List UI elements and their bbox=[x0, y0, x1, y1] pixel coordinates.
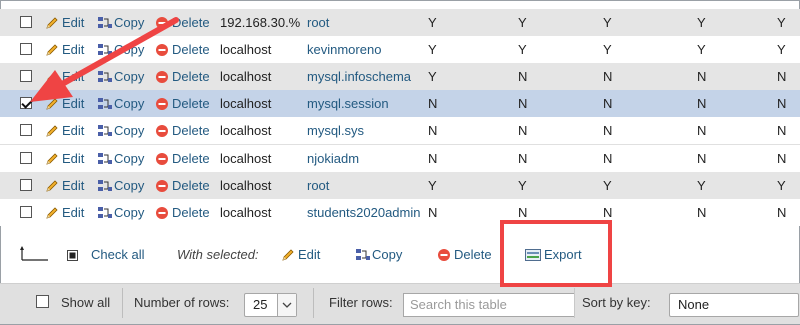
annotation-arrow bbox=[30, 17, 179, 102]
